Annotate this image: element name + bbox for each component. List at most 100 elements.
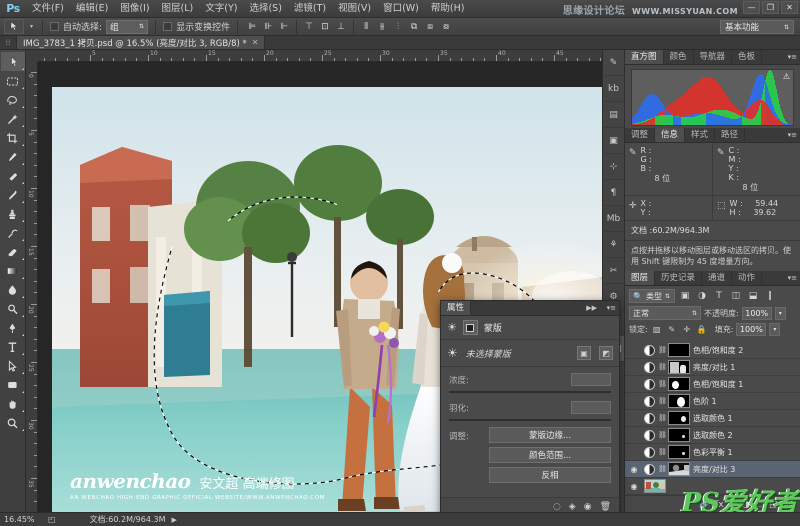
- mask-link-icon[interactable]: ⛓: [658, 448, 667, 456]
- tab-调整[interactable]: 调整: [625, 128, 656, 142]
- rail-library-icon[interactable]: ▤: [603, 102, 624, 128]
- hand-tool-icon[interactable]: [1, 394, 25, 413]
- distribute-top-icon[interactable]: ⫴: [359, 20, 373, 34]
- zoom-level[interactable]: 16.45%: [4, 515, 42, 524]
- rail-notes-icon[interactable]: ▣: [603, 128, 624, 154]
- align-bottom-edges-icon[interactable]: ⊥: [334, 20, 348, 34]
- apply-mask-icon[interactable]: ◈: [569, 502, 576, 512]
- layer-mask-thumbnail[interactable]: [668, 394, 690, 408]
- opacity-input[interactable]: 100%: [741, 306, 772, 320]
- quick-selection-tool-icon[interactable]: [1, 109, 25, 128]
- layer-visibility-icon[interactable]: ▫: [627, 380, 641, 389]
- layer-style-icon[interactable]: fx: [715, 500, 724, 510]
- color-range-button[interactable]: 颜色范围...: [489, 447, 611, 463]
- fill-screen-icon[interactable]: ◰: [48, 515, 56, 524]
- feather-value-field[interactable]: [571, 401, 611, 414]
- adjustment-filter-icon[interactable]: ◑: [695, 289, 709, 303]
- tab-properties[interactable]: 属性: [441, 301, 472, 315]
- lock-position-icon[interactable]: ✛: [681, 324, 693, 336]
- rail-adjustments-icon[interactable]: ⊹: [603, 154, 624, 180]
- layer-visibility-icon[interactable]: ◉: [627, 482, 641, 491]
- distribute-right-icon[interactable]: ⧇: [439, 20, 453, 34]
- align-top-edges-icon[interactable]: ⊤: [302, 20, 316, 34]
- density-value-field[interactable]: [571, 373, 611, 386]
- close-icon[interactable]: ✕: [252, 38, 259, 47]
- document-tab[interactable]: IMG_3783_1 拷贝.psd @ 16.5% (亮度/对比 3, RGB/…: [16, 35, 266, 49]
- tab-色板[interactable]: 色板: [732, 50, 763, 64]
- menu-item-4[interactable]: 文字(Y): [199, 0, 243, 18]
- tab-drag-handle[interactable]: ⁞⁞: [0, 35, 16, 49]
- distribute-left-icon[interactable]: ⧉: [407, 20, 421, 34]
- move-tool-icon[interactable]: [0, 52, 25, 71]
- lock-image-icon[interactable]: ✎: [666, 324, 678, 336]
- mask-link-icon[interactable]: ⛓: [658, 431, 667, 439]
- panel-menu-icon[interactable]: ▾≡: [788, 131, 797, 139]
- status-menu-arrow[interactable]: ▶: [171, 516, 176, 524]
- layer-visibility-icon[interactable]: ▫: [627, 431, 641, 440]
- layer-visibility-icon[interactable]: ◉: [627, 465, 641, 474]
- path-selection-tool-icon[interactable]: [1, 356, 25, 375]
- zoom-tool-icon[interactable]: [1, 413, 25, 432]
- feather-slider[interactable]: [449, 419, 611, 421]
- shape-tool-icon[interactable]: [1, 375, 25, 394]
- table-row[interactable]: ▫ ⛓ 色相/饱和度 1: [625, 376, 800, 393]
- clone-stamp-tool-icon[interactable]: [1, 204, 25, 223]
- fill-input[interactable]: 100%: [736, 323, 767, 336]
- new-group-icon[interactable]: 🗀: [755, 497, 764, 513]
- new-layer-icon[interactable]: ◰: [769, 500, 778, 510]
- layer-mask-thumbnail[interactable]: [668, 360, 690, 374]
- shape-filter-icon[interactable]: ◫: [729, 289, 743, 303]
- mask-link-icon[interactable]: ⛓: [658, 465, 667, 473]
- layer-visibility-icon[interactable]: ▫: [627, 346, 641, 355]
- layer-visibility-icon[interactable]: ▫: [627, 363, 641, 372]
- mask-link-icon[interactable]: ⛓: [658, 363, 667, 371]
- move-tool-icon[interactable]: [4, 19, 24, 34]
- eraser-tool-icon[interactable]: [1, 242, 25, 261]
- blur-tool-icon[interactable]: [1, 280, 25, 299]
- history-brush-tool-icon[interactable]: [1, 223, 25, 242]
- layer-visibility-icon[interactable]: ▫: [627, 414, 641, 423]
- eyedropper-tool-icon[interactable]: [1, 147, 25, 166]
- mask-link-icon[interactable]: ⛓: [658, 414, 667, 422]
- table-row[interactable]: ▫ ⛓ 选取颜色 1: [625, 410, 800, 427]
- layer-visibility-icon[interactable]: ▫: [627, 448, 641, 457]
- show-transform-checkbox[interactable]: [163, 22, 173, 31]
- menu-item-2[interactable]: 图像(I): [114, 0, 155, 18]
- layer-filter-kind-dropdown[interactable]: 🔍 类型 ⇅: [629, 289, 675, 303]
- layer-mask-thumbnail[interactable]: [668, 462, 690, 476]
- crop-tool-icon[interactable]: [1, 128, 25, 147]
- distribute-bottom-icon[interactable]: ⫶: [391, 20, 405, 34]
- vertical-ruler[interactable]: 0 5 10 15 20 25 30 35: [26, 62, 38, 512]
- marquee-tool-icon[interactable]: [1, 71, 25, 90]
- auto-select-checkbox[interactable]: [50, 22, 60, 31]
- blend-mode-dropdown[interactable]: 正常 ⇅: [629, 306, 701, 320]
- adjustment-layer-icon[interactable]: [644, 429, 655, 441]
- filter-power-icon[interactable]: ❙: [763, 289, 777, 303]
- menu-item-5[interactable]: 选择(S): [243, 0, 287, 18]
- load-selection-icon[interactable]: ◌: [553, 502, 561, 512]
- menu-item-9[interactable]: 帮助(H): [425, 0, 471, 18]
- tab-通道[interactable]: 通道: [702, 271, 733, 285]
- type-filter-icon[interactable]: T: [712, 289, 726, 303]
- fill-stepper-icon[interactable]: ▾: [769, 323, 781, 336]
- table-row[interactable]: ▫ ⛓ 色阶 1: [625, 393, 800, 410]
- layer-mask-thumbnail[interactable]: [668, 445, 690, 459]
- menu-item-6[interactable]: 滤镜(T): [288, 0, 332, 18]
- adjustment-layer-icon[interactable]: [644, 344, 655, 356]
- adjustment-layer-icon[interactable]: [644, 446, 655, 458]
- tab-历史记录[interactable]: 历史记录: [655, 271, 703, 285]
- align-right-edges-icon[interactable]: ⊩: [277, 20, 291, 34]
- opacity-stepper-icon[interactable]: ▾: [774, 306, 786, 320]
- horizontal-ruler[interactable]: 5101520253035404550: [38, 50, 620, 62]
- properties-panel[interactable]: 属性 ▶▶ ▾≡ ☀ 蒙版 ☀ 未选择蒙版 ▣ ◩ 浓度: 羽化: 调整: 蒙版…: [440, 300, 620, 516]
- table-row[interactable]: ▫ ⛓ 色相/饱和度 2: [625, 342, 800, 359]
- align-vertical-centers-icon[interactable]: ⊡: [318, 20, 332, 34]
- tab-颜色[interactable]: 颜色: [664, 50, 694, 64]
- select-vector-mask-icon[interactable]: ◩: [599, 346, 613, 360]
- lock-all-icon[interactable]: 🔒: [696, 324, 708, 336]
- layer-visibility-icon[interactable]: ▫: [627, 397, 641, 406]
- align-horizontal-centers-icon[interactable]: ⊪: [261, 20, 275, 34]
- mask-edge-button[interactable]: 蒙版边缘...: [489, 427, 611, 443]
- adjustment-layer-icon[interactable]: [644, 412, 655, 424]
- layer-mask-thumbnail[interactable]: [668, 377, 690, 391]
